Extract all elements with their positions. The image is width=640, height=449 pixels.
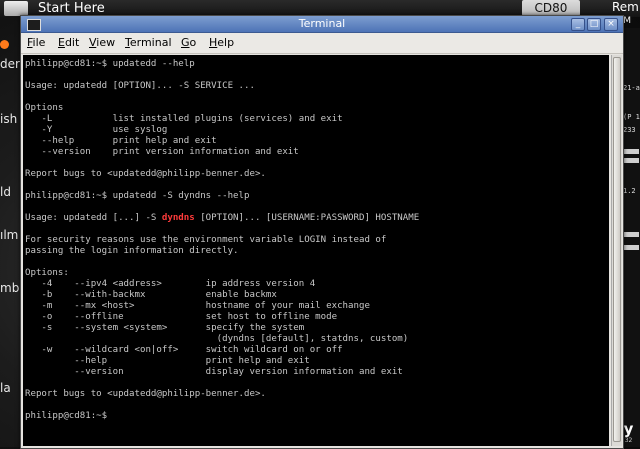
monitor-text: (P 10 [623,113,640,121]
highlighted-service-name: dyndns [161,213,195,223]
terminal-line: Report bugs to <updatedd@philipp-benner.… [25,169,266,179]
desktop-icon-label[interactable]: la [0,381,20,395]
menu-view[interactable]: View [89,36,115,49]
menu-edit[interactable]: Edit [58,36,79,49]
terminal-line: -m --mx <host> hostname of your mail exc… [25,301,370,311]
terminal-line: --help print help and exit [25,136,217,146]
desktop-icon-label[interactable]: ish [0,112,20,126]
terminal-line: --help print help and exit [25,356,310,366]
terminal-line: philipp@cd81:~$ updatedd --help [25,59,195,69]
start-here-icon[interactable] [4,1,28,16]
close-button[interactable]: × [604,18,618,31]
scrollbar-thumb[interactable] [613,57,621,442]
terminal-line: -L list installed plugins (services) and… [25,114,343,124]
terminal-text: philipp@cd81:~$ updatedd --help Usage: u… [23,55,609,422]
terminal-line: (dyndns [default], statdns, custom) [25,334,409,344]
terminal-line: -4 --ipv4 <address> ip address version 4 [25,279,316,289]
terminal-line: -o --offline set host to offline mode [25,312,338,322]
terminal-line: --version display version information an… [25,367,403,377]
terminal-line: --version print version information and … [25,147,299,157]
maximize-button[interactable]: □ [587,18,601,31]
terminal-window: Terminal _ □ × File Edit View Terminal Go Hel… [20,15,624,449]
cd-drive-button[interactable]: CD80 [522,0,580,16]
monitor-bar [623,232,639,237]
window-title: Terminal [298,17,346,30]
terminal-line: Usage: updatedd [...] -S dyndns [OPTION]… [25,213,420,223]
terminal-output[interactable]: philipp@cd81:~$ updatedd --help Usage: u… [23,55,609,446]
terminal-scrollbar[interactable] [611,55,622,446]
menu-help[interactable]: Help [209,36,234,49]
terminal-line: Usage: updatedd [OPTION]... -S SERVICE .… [25,81,255,91]
remote-label-text: Rem [612,0,639,14]
monitor-bar [623,149,639,154]
terminal-line: -Y use syslog [25,125,168,135]
menu-file[interactable]: File [27,36,45,49]
window-titlebar[interactable]: Terminal _ □ × [21,16,623,33]
desktop-icon-label[interactable]: mb [0,281,20,295]
monitor-text: 233 v [623,126,640,134]
monitor-text: 21-a [623,84,640,92]
terminal-line: Report bugs to <updatedd@philipp-benner.… [25,389,266,399]
terminal-line: -w --wildcard <on|off> switch wildcard o… [25,345,343,355]
terminal-line: philipp@cd81:~$ updatedd -S dyndns --hel… [25,191,250,201]
menubar: File Edit View Terminal Go Help [21,33,623,54]
monitor-bar [623,158,639,163]
menu-terminal[interactable]: Terminal [125,36,172,49]
menu-go[interactable]: Go [181,36,196,49]
terminal-line: Options [25,103,64,113]
desktop-icon-label[interactable]: ılm [0,228,20,242]
monitor-text: 1.2 [623,187,636,195]
desktop-orange-icon[interactable] [0,40,9,49]
desktop-icon-label[interactable]: der [0,57,20,71]
desktop-icon-label[interactable]: ld [0,185,20,199]
terminal-line: passing the login information directly. [25,246,239,256]
terminal-line: For security reasons use the environment… [25,235,387,245]
minimize-button[interactable]: _ [571,18,585,31]
terminal-line: philipp@cd81:~$ [25,411,113,421]
terminal-line: -b --with-backmx enable backmx [25,290,277,300]
terminal-line: -s --system <system> specify the system [25,323,305,333]
terminal-line: Options: [25,268,69,278]
monitor-bar [623,245,639,250]
